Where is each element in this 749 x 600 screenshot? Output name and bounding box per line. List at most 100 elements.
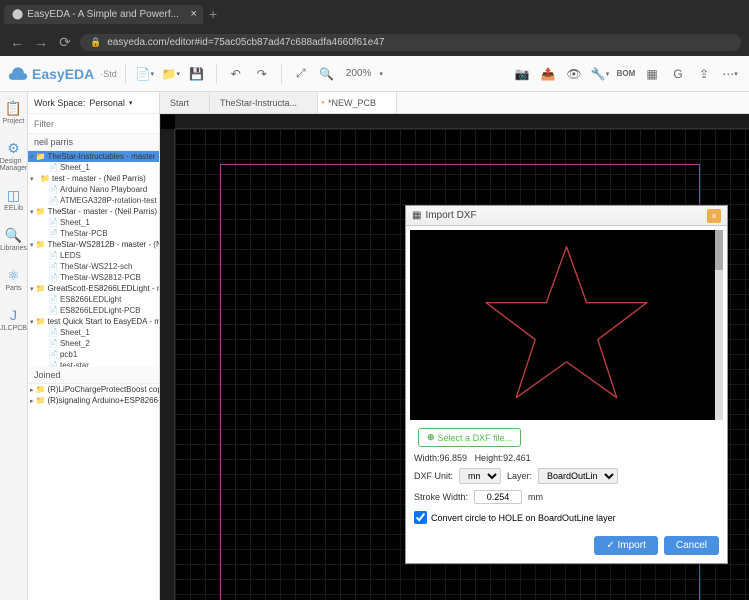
convert-circle-row: Convert circle to HOLE on BoardOutLine l… <box>406 507 727 528</box>
file-menu[interactable]: 📄▾ <box>134 63 156 85</box>
tree-item[interactable]: 📄LEDS <box>28 250 159 261</box>
project-tree[interactable]: ▾📁TheStar-Instructables - master - (N📄Sh… <box>28 151 159 367</box>
app-toolbar: EasyEDA ·Std 📄▾ 📁▾ 💾 ↶ ↷ ⤢ 🔍 200% ▾ 📷 📤 … <box>0 56 749 92</box>
joined-header: Joined <box>28 367 159 384</box>
scrollbar[interactable] <box>715 230 723 420</box>
folder-menu[interactable]: 📁▾ <box>160 63 182 85</box>
tree-item[interactable]: ▾📁TheStar-WS2812B - master - (Neil <box>28 239 159 250</box>
ruler-horizontal <box>175 114 749 129</box>
tree-item[interactable]: 📄Sheet_1 <box>28 217 159 228</box>
dialog-titlebar[interactable]: ▦ Import DXF × <box>406 206 727 226</box>
convert-circle-checkbox[interactable] <box>414 511 427 524</box>
rail-parts[interactable]: ⚛Parts <box>0 263 27 295</box>
tree-item[interactable]: 📄TheStar-WS2812-PCB <box>28 272 159 283</box>
share-button[interactable]: ⇪ <box>693 63 715 85</box>
chevron-down-icon: ▾ <box>129 99 133 107</box>
workspace-value: Personal <box>89 98 125 108</box>
unit-layer-row: DXF Unit: mm Layer: BoardOutLine <box>406 465 727 487</box>
select-dxf-button[interactable]: ⊕ Select a DXF file... <box>418 428 521 447</box>
tree-item[interactable]: ▾📁TheStar - master - (Neil Parris) <box>28 206 159 217</box>
tree-item[interactable]: 📄ATMEGA328P-rotation-test <box>28 195 159 206</box>
editor-tab[interactable]: *NEW_PCB <box>318 92 397 113</box>
tree-item[interactable]: 📄TheStar-PCB <box>28 228 159 239</box>
tools-menu[interactable]: 🔧▾ <box>589 63 611 85</box>
rail-eelib[interactable]: ◫EELib <box>0 183 27 215</box>
tree-item[interactable]: ▾📁TheStar-Instructables - master - (N <box>28 151 159 162</box>
tree-item[interactable]: 📄Sheet_1 <box>28 162 159 173</box>
tree-item[interactable]: ▾📁test - master - (Neil Parris) <box>28 173 159 184</box>
tree-item[interactable]: ▸📁(R)LiPoChargeProtectBoost copy - <box>28 384 159 395</box>
ruler-vertical <box>160 129 175 600</box>
rail-project[interactable]: 📋Project <box>0 96 27 128</box>
camera-button[interactable]: 📷 <box>511 63 533 85</box>
dxf-unit-select[interactable]: mm <box>459 468 501 484</box>
chip-button[interactable]: ▦ <box>641 63 663 85</box>
undo-button[interactable]: ↶ <box>225 63 247 85</box>
zoom-menu[interactable]: 🔍 <box>316 63 338 85</box>
tree-item[interactable]: ▸📁(R)signaling Arduino+ESP8266+S <box>28 395 159 406</box>
zoom-level: 200% <box>342 68 376 79</box>
import-button[interactable]: Import <box>594 536 658 555</box>
tree-item[interactable]: 📄test-star <box>28 360 159 367</box>
tab-favicon: ⬤ <box>12 9 23 20</box>
gerber-button[interactable]: G <box>667 63 689 85</box>
layer-select[interactable]: BoardOutLine <box>538 468 618 484</box>
logo-text: EasyEDA <box>32 66 94 82</box>
close-icon[interactable]: × <box>191 8 197 20</box>
editor-tab[interactable]: TheStar-Instructa... <box>210 92 318 113</box>
filter-input[interactable] <box>28 114 159 134</box>
scrollbar-thumb[interactable] <box>715 230 723 270</box>
left-rail: 📋Project ⚙Design Manager ◫EELib 🔍Librari… <box>0 92 28 600</box>
workspace-selector[interactable]: Work Space: Personal ▾ <box>28 92 159 114</box>
cancel-button[interactable]: Cancel <box>664 536 719 555</box>
workspace-label: Work Space: <box>34 98 85 108</box>
convert-circle-label: Convert circle to HOLE on BoardOutLine l… <box>431 513 616 523</box>
app-icon: ▦ <box>412 210 421 221</box>
editor-tab-row: StartTheStar-Instructa...*NEW_PCB <box>160 92 749 114</box>
view-button[interactable]: 👁 <box>563 63 585 85</box>
rail-libraries[interactable]: 🔍Libraries <box>0 223 27 255</box>
url-input[interactable]: 🔒 easyeda.com/editor#id=75ac05cb87ad47c6… <box>80 34 741 51</box>
stroke-width-input[interactable] <box>474 490 522 504</box>
tree-item[interactable]: 📄pcb1 <box>28 349 159 360</box>
save-button[interactable]: 💾 <box>186 63 208 85</box>
import-dxf-dialog: ▦ Import DXF × ⊕ Select a DXF file... Wi… <box>405 205 728 564</box>
joined-tree[interactable]: ▸📁(R)LiPoChargeProtectBoost copy -▸📁(R)s… <box>28 384 159 600</box>
url-text: easyeda.com/editor#id=75ac05cb87ad47c688… <box>107 37 384 48</box>
star-preview <box>410 230 723 420</box>
browser-tab[interactable]: ⬤ EasyEDA - A Simple and Powerf... × <box>4 5 203 24</box>
tree-item[interactable]: 📄Arduino Nano Playboard <box>28 184 159 195</box>
stroke-label: Stroke Width: <box>414 492 468 502</box>
tree-item[interactable]: 📄ES8266LEDLight <box>28 294 159 305</box>
reload-button[interactable]: ⟳ <box>56 34 74 51</box>
rail-design-manager[interactable]: ⚙Design Manager <box>0 136 27 175</box>
chevron-down-icon[interactable]: ▾ <box>379 70 383 78</box>
stroke-row: Stroke Width: mm <box>406 487 727 507</box>
editor-tab[interactable]: Start <box>160 92 210 113</box>
more-menu[interactable]: ⋯▾ <box>719 63 741 85</box>
plus-icon: ⊕ <box>427 432 435 443</box>
dialog-actions: Import Cancel <box>406 528 727 563</box>
tree-item[interactable]: 📄Sheet_2 <box>28 338 159 349</box>
tree-item[interactable]: ▾📁test Quick Start to EasyEDA - mast <box>28 316 159 327</box>
dxf-unit-label: DXF Unit: <box>414 471 453 481</box>
app-logo[interactable]: EasyEDA ·Std <box>8 66 117 82</box>
rail-jlcpcb[interactable]: JJLCPCB <box>0 303 27 335</box>
dimensions-row: Width:96.859 Height:92.461 <box>406 451 727 465</box>
tree-item[interactable]: 📄ES8266LEDLight-PCB <box>28 305 159 316</box>
tree-item[interactable]: 📄Sheet_1 <box>28 327 159 338</box>
tree-item[interactable]: ▾📁GreatScott-ES8266LEDLight - mast <box>28 283 159 294</box>
expand-button[interactable]: ⤢ <box>290 63 312 85</box>
bom-button[interactable]: BOM <box>615 63 637 85</box>
export-button[interactable]: 📤 <box>537 63 559 85</box>
new-tab-button[interactable]: + <box>209 6 217 22</box>
tab-title: EasyEDA - A Simple and Powerf... <box>27 9 179 20</box>
divider <box>125 64 126 84</box>
forward-button[interactable]: → <box>32 34 50 50</box>
dxf-preview <box>410 230 723 420</box>
browser-tab-bar: ⬤ EasyEDA - A Simple and Powerf... × + <box>0 0 749 28</box>
close-button[interactable]: × <box>707 209 721 223</box>
tree-item[interactable]: 📄TheStar-WS212-sch <box>28 261 159 272</box>
redo-button[interactable]: ↷ <box>251 63 273 85</box>
back-button[interactable]: ← <box>8 34 26 50</box>
